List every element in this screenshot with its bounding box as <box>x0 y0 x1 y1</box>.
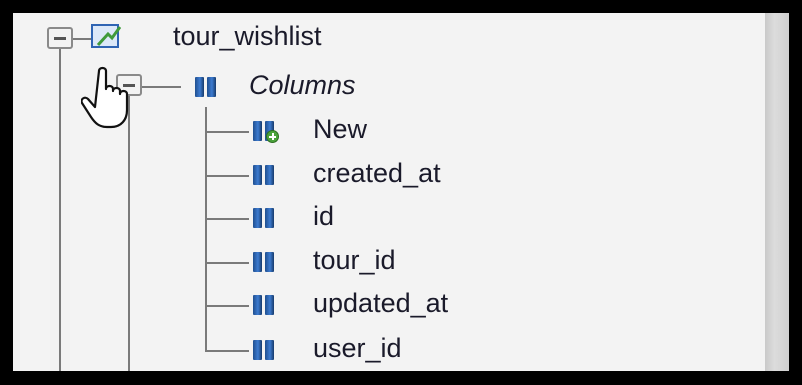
tree-line <box>205 107 207 352</box>
new-column-icon <box>251 119 279 143</box>
column-icon <box>251 338 277 362</box>
column-item[interactable]: tour_id <box>313 244 396 276</box>
column-icon <box>251 250 277 274</box>
tree-line <box>205 131 249 133</box>
column-item[interactable]: user_id <box>313 332 402 364</box>
column-icon <box>251 293 277 317</box>
new-column-link[interactable]: New <box>313 113 367 145</box>
columns-icon <box>193 75 219 99</box>
tree-line <box>59 48 61 371</box>
table-icon <box>89 21 123 51</box>
scrollbar-thumb[interactable] <box>765 13 789 371</box>
tree-line <box>205 350 249 352</box>
column-item[interactable]: id <box>313 200 334 232</box>
tree-line <box>205 305 249 307</box>
columns-group-label[interactable]: Columns <box>249 69 356 101</box>
tree-line <box>205 218 249 220</box>
navigation-tree: tour_wishlist Columns New created_at id … <box>13 13 765 371</box>
collapse-table-toggle[interactable] <box>47 27 73 49</box>
column-item[interactable]: created_at <box>313 157 441 189</box>
tree-line <box>128 93 130 371</box>
tree-line <box>205 175 249 177</box>
column-icon <box>251 206 277 230</box>
hand-cursor-icon <box>81 66 129 129</box>
column-item[interactable]: updated_at <box>313 287 448 319</box>
tree-line <box>141 86 181 88</box>
column-icon <box>251 163 277 187</box>
tree-line <box>205 262 249 264</box>
table-label[interactable]: tour_wishlist <box>173 20 322 52</box>
